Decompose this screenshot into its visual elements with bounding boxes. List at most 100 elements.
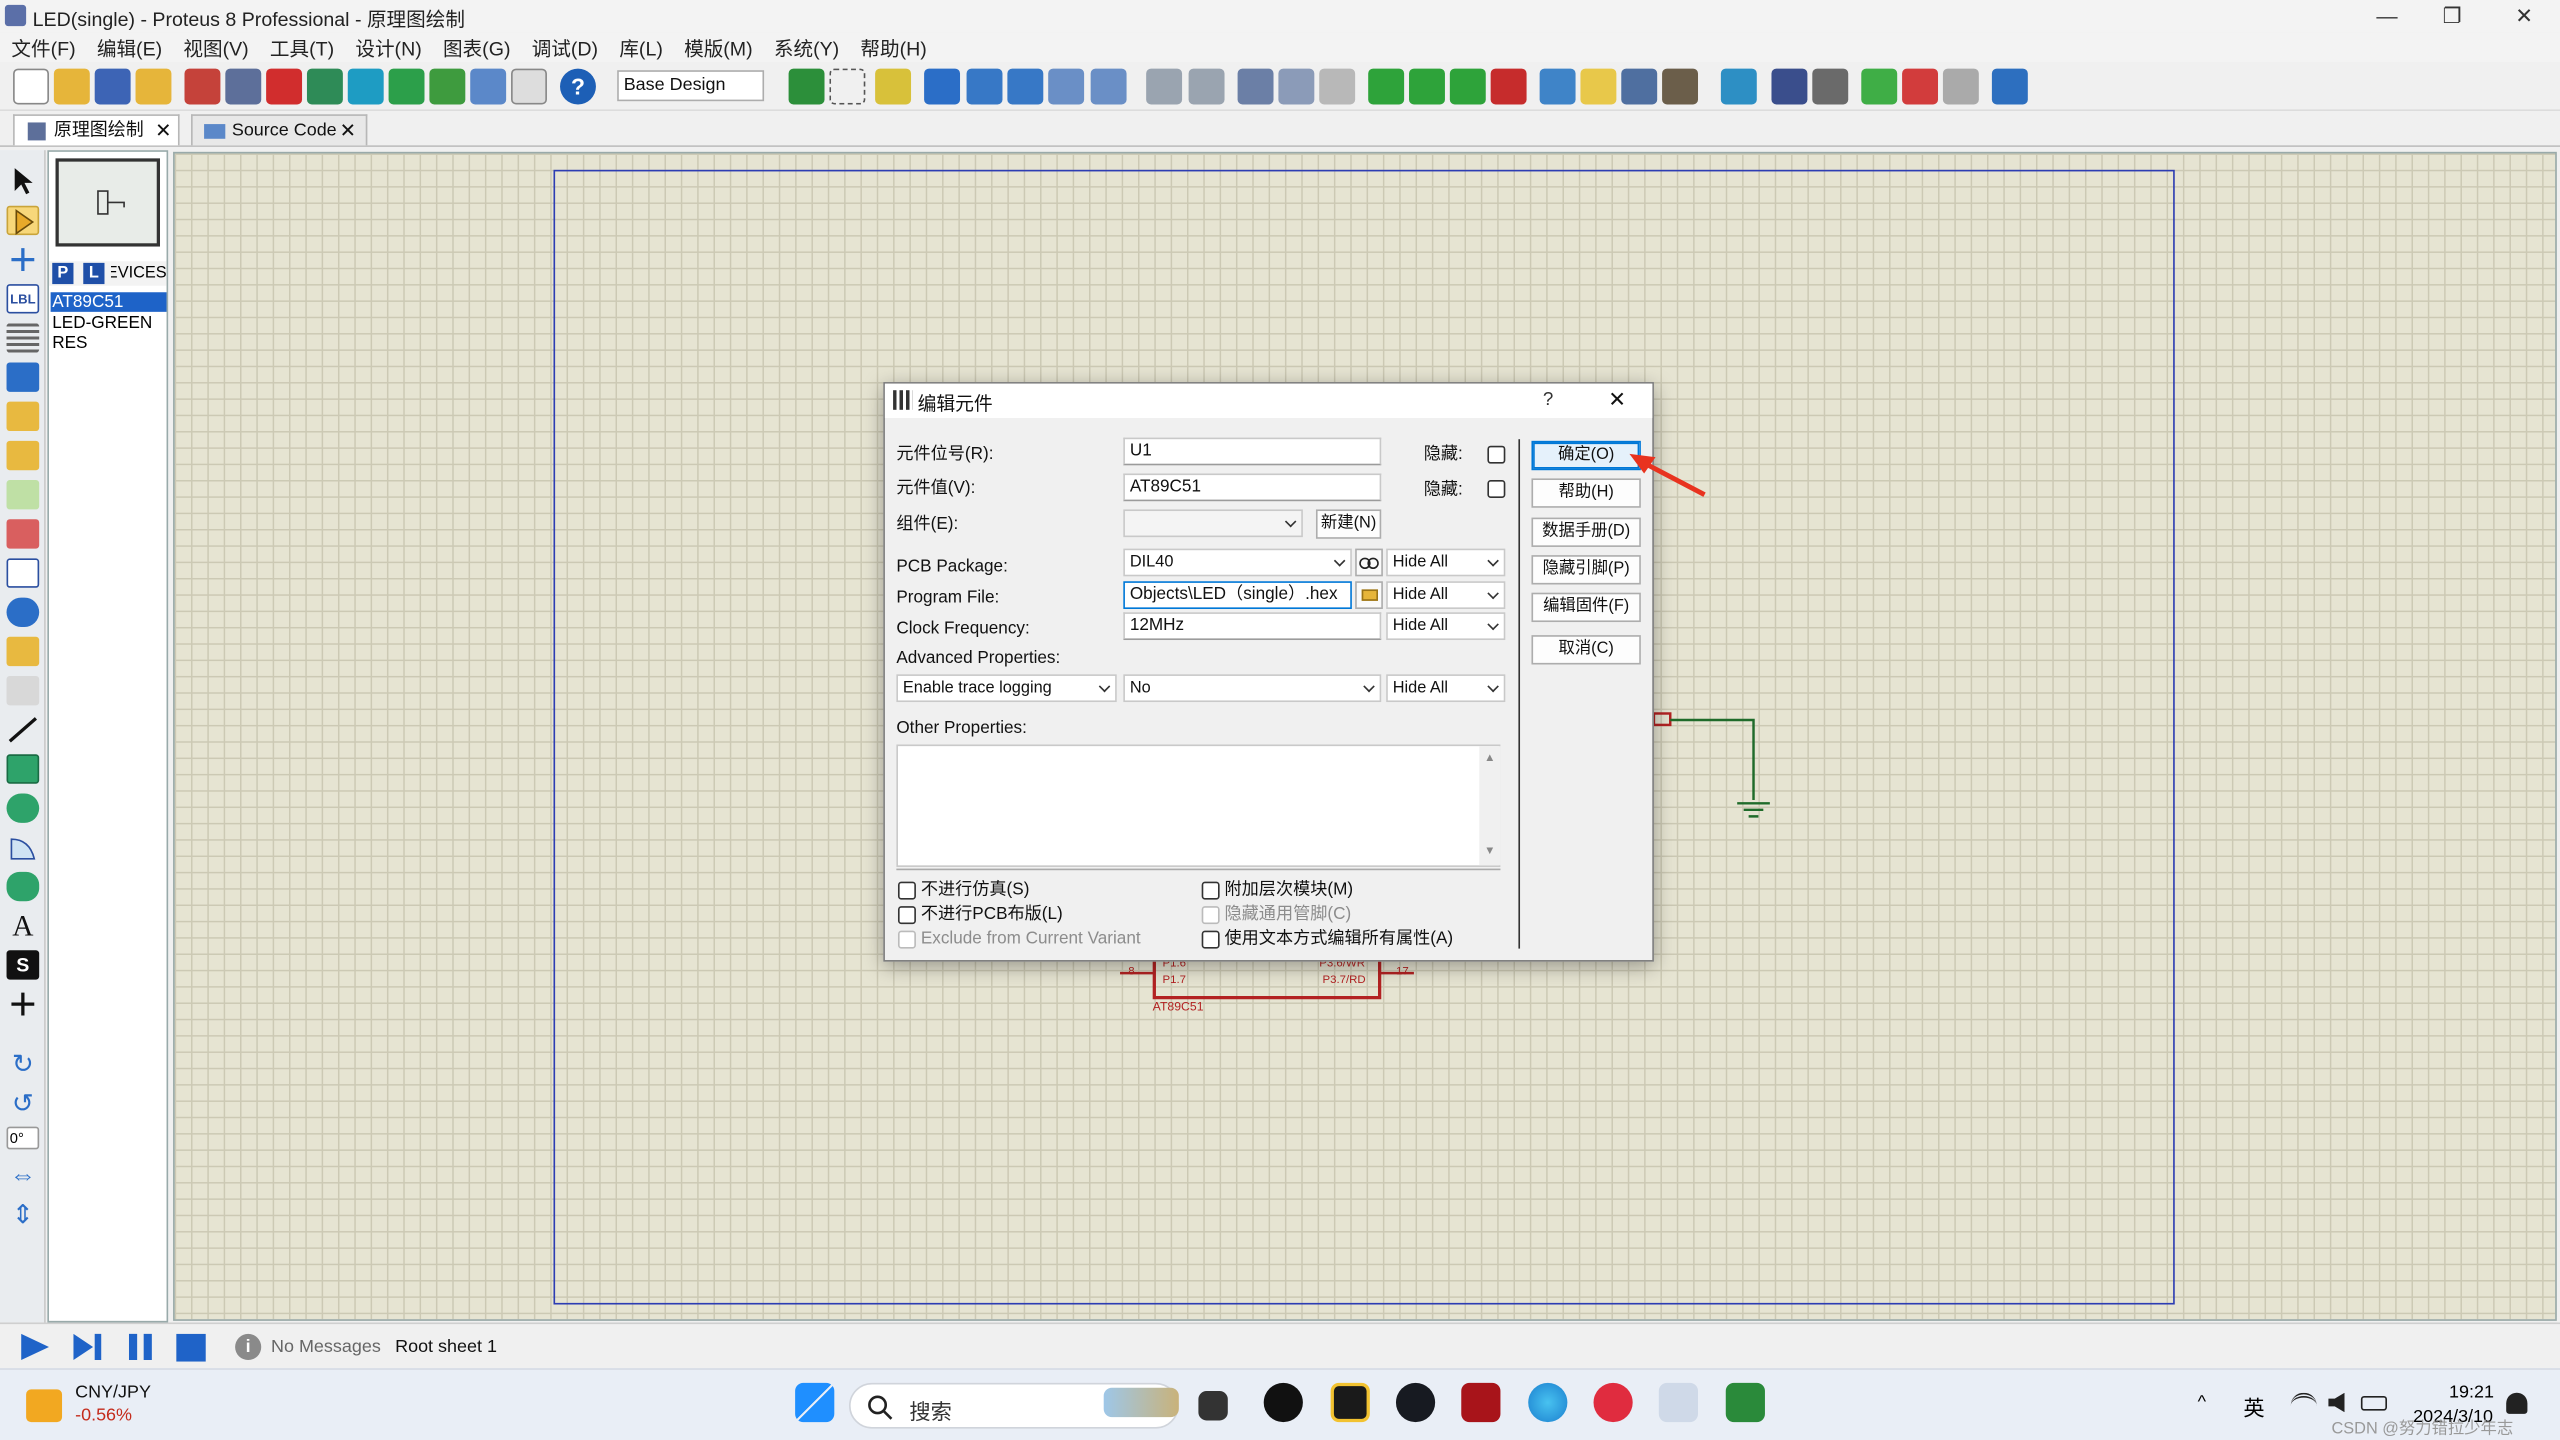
naraka-icon[interactable] [1461, 1382, 1501, 1423]
component-mode-icon[interactable] [6, 205, 40, 236]
tab-source-code[interactable]: Source Code ✕ [191, 114, 368, 146]
windows-start-icon[interactable] [795, 1382, 835, 1423]
block-move-icon[interactable] [1409, 68, 1445, 105]
hidden-pins-button[interactable]: 隐藏引脚(P) [1531, 555, 1641, 585]
pcb-icon[interactable] [266, 68, 303, 105]
program-visibility-select[interactable]: Hide All [1386, 581, 1506, 609]
source-code-icon[interactable] [470, 68, 507, 105]
refresh-icon[interactable] [788, 68, 825, 105]
save-icon[interactable] [94, 68, 131, 105]
value-field[interactable]: AT89C51 [1123, 473, 1382, 502]
paste-icon[interactable] [1319, 68, 1356, 105]
clock-time[interactable]: 19:21 [2449, 1383, 2494, 1403]
other-properties-textarea[interactable]: ▲ ▼ [896, 744, 1501, 867]
advanced-property-select[interactable]: Enable trace logging [896, 674, 1117, 703]
clock-frequency-field[interactable]: 12MHz [1123, 612, 1382, 641]
device-item-res[interactable]: RES [51, 333, 167, 353]
dialog-close-button[interactable]: ✕ [1608, 387, 1626, 413]
program-file-field[interactable]: Objects\LED（single）.hex [1123, 581, 1352, 609]
ok-button[interactable]: 确定(O) [1531, 440, 1641, 471]
line-icon[interactable] [7, 715, 40, 744]
new-group-button[interactable]: 新建(N) [1315, 509, 1382, 539]
home-icon[interactable] [184, 68, 221, 105]
library-manager-button[interactable]: L [83, 262, 105, 285]
datasheet-button[interactable]: 数据手册(D) [1531, 517, 1641, 547]
wire-label-icon[interactable]: LBL [6, 284, 40, 314]
scroll-up-icon[interactable]: ▲ [1484, 753, 1495, 764]
undo-icon[interactable] [1146, 68, 1183, 105]
dialog-help-button[interactable]: ? [1543, 390, 1553, 410]
menu-graph[interactable]: 图表(G) [432, 33, 521, 62]
task-view-icon[interactable] [1198, 1391, 1228, 1421]
mirror-x-icon[interactable]: ⇔ [7, 1162, 40, 1191]
clock-visibility-select[interactable]: Hide All [1386, 612, 1506, 641]
junction-dot-icon[interactable] [7, 245, 40, 274]
path-icon[interactable] [6, 871, 40, 902]
zoom-in-icon[interactable] [966, 68, 1003, 105]
generator-icon[interactable] [6, 597, 40, 627]
cancel-button[interactable]: 取消(C) [1531, 635, 1641, 665]
netlist-icon[interactable] [1991, 68, 2028, 105]
ticker-icon[interactable] [26, 1389, 63, 1423]
attach-hierarchy-checkbox[interactable] [1201, 881, 1220, 900]
tab-schematic[interactable]: 原理图绘制 ✕ [13, 114, 180, 147]
menu-tools[interactable]: 工具(T) [259, 33, 344, 62]
zoom-all-icon[interactable] [1048, 68, 1085, 105]
netease-music-icon[interactable] [1593, 1382, 1633, 1423]
bus-icon[interactable] [6, 362, 40, 392]
import-icon[interactable] [135, 68, 172, 105]
step-icon[interactable] [69, 1332, 105, 1361]
text-edit-checkbox[interactable] [1201, 930, 1220, 949]
origin-icon[interactable] [875, 68, 912, 105]
battery-icon[interactable] [2360, 1395, 2388, 1411]
search-tag-icon[interactable] [1771, 68, 1808, 105]
scroll-down-icon[interactable]: ▼ [1484, 846, 1495, 857]
pick-devices-button[interactable]: P [52, 262, 74, 285]
design-variant-select[interactable]: Base Design [617, 70, 765, 102]
cut-icon[interactable] [1237, 68, 1274, 105]
help-button[interactable]: 帮助(H) [1531, 478, 1641, 508]
textarea-scrollbar[interactable]: ▲ ▼ [1479, 746, 1501, 866]
proteus-taskbar-icon[interactable] [1658, 1382, 1699, 1423]
arc-icon[interactable] [7, 833, 40, 862]
no-simulation-checkbox[interactable] [897, 881, 916, 900]
no-pcb-checkbox[interactable] [897, 906, 916, 925]
pan-icon[interactable] [924, 68, 961, 105]
info-icon[interactable]: i [235, 1333, 262, 1361]
circle-icon[interactable] [6, 793, 40, 823]
volume-icon[interactable] [2328, 1392, 2345, 1413]
rotate-anticlockwise-icon[interactable]: ↺ [7, 1091, 40, 1120]
stop-icon[interactable] [175, 1332, 208, 1362]
tape-recorder-icon[interactable] [6, 558, 40, 588]
close-window-button[interactable]: ✕ [2488, 0, 2560, 33]
gerber-icon[interactable] [388, 68, 425, 105]
simulation-icon[interactable] [306, 68, 343, 105]
redo-icon[interactable] [1188, 68, 1225, 105]
block-delete-icon[interactable] [1490, 68, 1527, 105]
qq-icon[interactable] [1263, 1382, 1303, 1423]
wifi-icon[interactable] [2290, 1392, 2317, 1414]
menu-file[interactable]: 文件(F) [0, 33, 85, 62]
device-item-at89c51[interactable]: AT89C51 [50, 292, 167, 312]
menu-help[interactable]: 帮助(H) [849, 33, 937, 62]
zoom-area-icon[interactable] [1090, 68, 1127, 105]
make-device-icon[interactable] [1580, 68, 1617, 105]
bom-icon[interactable] [429, 68, 466, 105]
group-select[interactable] [1123, 509, 1303, 538]
play-icon[interactable] [16, 1332, 52, 1361]
edge-icon[interactable] [1528, 1382, 1568, 1423]
menu-template[interactable]: 模版(M) [673, 33, 763, 62]
selection-mode-icon[interactable] [7, 167, 40, 196]
hide-value-checkbox[interactable] [1487, 480, 1506, 498]
close-tab-icon[interactable]: ✕ [155, 116, 171, 147]
delete-sheet-icon[interactable] [1902, 68, 1939, 105]
marker-icon[interactable] [7, 989, 40, 1018]
ime-indicator[interactable]: 英 [2243, 1391, 2264, 1422]
notification-bell-icon[interactable] [2506, 1392, 2528, 1414]
graph-icon[interactable] [6, 519, 40, 549]
instrument-icon[interactable] [6, 675, 40, 706]
symbol-icon[interactable]: S [6, 950, 40, 980]
rotate-clockwise-icon[interactable]: ↻ [7, 1051, 40, 1080]
text-script-icon[interactable] [6, 323, 40, 353]
tray-expand-icon[interactable]: ^ [2198, 1393, 2206, 1413]
